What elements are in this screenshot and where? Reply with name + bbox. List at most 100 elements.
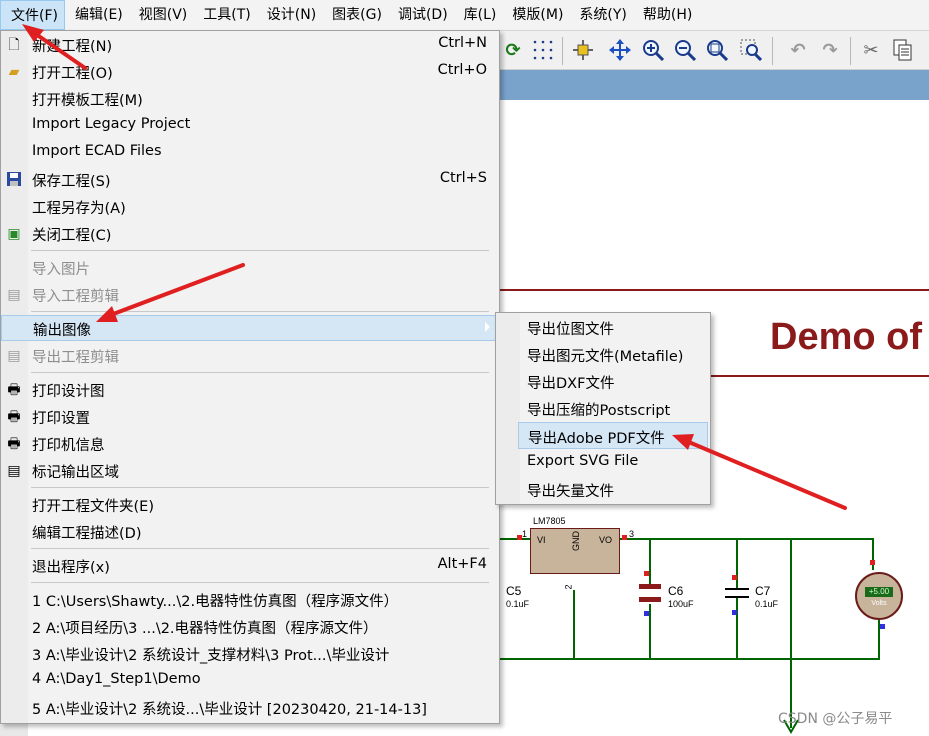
pin-marker xyxy=(644,571,649,576)
menu-item-recent-4[interactable]: 4 A:\Day1_Step1\Demo xyxy=(1,668,499,694)
menu-item-label: 新建工程(N) xyxy=(32,39,113,55)
tab-strip xyxy=(500,70,929,100)
pin-number: 1 xyxy=(522,529,528,539)
close-project-icon: ▣ xyxy=(7,226,21,242)
copy-icon[interactable] xyxy=(890,37,916,63)
print-icon: 🖶 xyxy=(7,382,21,398)
menu-view[interactable]: 视图(V) xyxy=(129,0,194,30)
wire xyxy=(649,604,651,660)
undo-icon[interactable]: ↶ xyxy=(785,37,811,63)
schematic-title: Demo of xyxy=(770,316,922,358)
menu-library[interactable]: 库(L) xyxy=(454,0,503,30)
c7-capacitor[interactable] xyxy=(725,588,749,590)
menu-separator xyxy=(31,548,489,549)
menu-item-label: Import ECAD Files xyxy=(32,143,162,159)
submenu-item-label: 导出DXF文件 xyxy=(527,376,615,392)
menu-item-import-image[interactable]: 导入图片 xyxy=(1,255,499,281)
menu-item-recent-1[interactable]: 1 C:\Users\Shawty...\2.电器特性仿真图（程序源文件） xyxy=(1,587,499,613)
menu-system[interactable]: 系统(Y) xyxy=(569,0,632,30)
submenu-item-export-svg[interactable]: Export SVG File xyxy=(496,449,710,476)
menu-item-open-template[interactable]: 打开模板工程(M) xyxy=(1,86,499,112)
menu-item-label: 打开工程(O) xyxy=(32,66,113,82)
menu-item-open-folder[interactable]: 打开工程文件夹(E) xyxy=(1,492,499,518)
voltmeter-display: +5.00 xyxy=(865,587,893,597)
menu-separator xyxy=(31,311,489,312)
menu-item-label: 打印设计图 xyxy=(32,384,105,400)
submenu-item-export-vector[interactable]: 导出矢量文件 xyxy=(496,476,710,503)
pan-icon[interactable] xyxy=(607,37,633,63)
open-folder-icon: ▰ xyxy=(8,64,20,80)
menu-item-printer-info[interactable]: 🖶 打印机信息 xyxy=(1,431,499,457)
menu-item-print-design[interactable]: 🖶 打印设计图 xyxy=(1,377,499,403)
zoom-area-icon[interactable] xyxy=(738,37,764,63)
refresh-icon[interactable]: ⟳ xyxy=(500,37,526,63)
menu-item-recent-2[interactable]: 2 A:\项目经历\3 ...\2.电器特性仿真图（程序源文件） xyxy=(1,614,499,640)
submenu-item-label: Export SVG File xyxy=(527,453,639,469)
menu-file[interactable]: 文件(F) xyxy=(0,0,65,30)
wire xyxy=(573,590,575,660)
submenu-item-export-metafile[interactable]: 导出图元文件(Metafile) xyxy=(496,341,710,368)
menu-item-label: 标记输出区域 xyxy=(32,465,119,481)
ic-pin-gnd: GND xyxy=(571,531,581,551)
pin-marker xyxy=(644,611,649,616)
menu-item-close-project[interactable]: ▣ 关闭工程(C) xyxy=(1,221,499,247)
watermark: CSDN @公子易平 xyxy=(778,711,893,727)
export-image-submenu: 导出位图文件 导出图元文件(Metafile) 导出DXF文件 导出压缩的Pos… xyxy=(495,312,711,505)
menu-template[interactable]: 模版(M) xyxy=(502,0,569,30)
menu-design[interactable]: 设计(N) xyxy=(257,0,322,30)
submenu-item-export-pdf[interactable]: 导出Adobe PDF文件 xyxy=(518,422,708,449)
menu-item-shortcut: Ctrl+O xyxy=(437,62,487,78)
toolbar-separator xyxy=(562,37,563,65)
submenu-item-label: 导出Adobe PDF文件 xyxy=(528,431,665,447)
menu-item-import-legacy[interactable]: Import Legacy Project xyxy=(1,113,499,139)
menu-item-label: 关闭工程(C) xyxy=(32,228,112,244)
menu-item-shortcut: Ctrl+N xyxy=(438,35,487,51)
zoom-in-icon[interactable] xyxy=(640,37,666,63)
pin-marker xyxy=(870,560,875,565)
menu-item-export-image[interactable]: 输出图像 xyxy=(1,315,499,341)
printer-info-icon: 🖶 xyxy=(7,436,21,452)
zoom-out-icon[interactable] xyxy=(672,37,698,63)
menu-item-save-project[interactable]: 保存工程(S) Ctrl+S xyxy=(1,167,499,193)
menu-item-mark-output-area[interactable]: ▤ 标记输出区域 xyxy=(1,458,499,484)
redo-icon[interactable]: ↷ xyxy=(817,37,843,63)
c6-capacitor[interactable] xyxy=(639,584,661,589)
zoom-all-icon[interactable] xyxy=(704,37,730,63)
menu-item-open-project[interactable]: ▰ 打开工程(O) Ctrl+O xyxy=(1,59,499,85)
c7-value: 0.1uF xyxy=(755,599,779,609)
menu-item-edit-description[interactable]: 编辑工程描述(D) xyxy=(1,519,499,545)
menu-item-new-project[interactable]: 🗋 新建工程(N) Ctrl+N xyxy=(1,32,499,58)
origin-icon[interactable] xyxy=(570,37,596,63)
voltmeter[interactable]: +5.00 Volts xyxy=(855,572,903,620)
menu-item-label: 2 A:\项目经历\3 ...\2.电器特性仿真图（程序源文件） xyxy=(32,621,378,637)
menu-item-recent-5[interactable]: 5 A:\毕业设计\2 系统设...\毕业设计 [20230420, 21-14… xyxy=(1,695,499,721)
menu-item-print-setup[interactable]: 🖶 打印设置 xyxy=(1,404,499,430)
menu-edit[interactable]: 编辑(E) xyxy=(65,0,129,30)
submenu-item-export-postscript[interactable]: 导出压缩的Postscript xyxy=(496,395,710,422)
menu-item-import-clip[interactable]: ▤ 导入工程剪辑 xyxy=(1,282,499,308)
mark-area-icon: ▤ xyxy=(7,463,21,479)
wire xyxy=(790,538,792,728)
menu-item-save-as[interactable]: 工程另存为(A) xyxy=(1,194,499,220)
cut-icon[interactable]: ✂ xyxy=(858,37,884,63)
menu-item-label: 打印设置 xyxy=(32,411,90,427)
menu-item-import-ecad[interactable]: Import ECAD Files xyxy=(1,140,499,166)
submenu-item-export-dxf[interactable]: 导出DXF文件 xyxy=(496,368,710,395)
menu-tools[interactable]: 工具(T) xyxy=(193,0,256,30)
wire xyxy=(736,598,738,660)
pin-marker xyxy=(880,624,885,629)
menu-help[interactable]: 帮助(H) xyxy=(633,0,698,30)
menu-item-label: 3 A:\毕业设计\2 系统设计_支撑材料\3 Prot...\毕业设计 xyxy=(32,648,390,664)
menu-item-recent-3[interactable]: 3 A:\毕业设计\2 系统设计_支撑材料\3 Prot...\毕业设计 xyxy=(1,641,499,667)
c6-label: C6 xyxy=(668,584,684,598)
wire xyxy=(736,538,738,588)
menu-debug[interactable]: 调试(D) xyxy=(388,0,454,30)
menu-item-export-clip[interactable]: ▤ 导出工程剪辑 xyxy=(1,343,499,369)
menu-item-shortcut: Ctrl+S xyxy=(439,170,487,186)
grid-icon[interactable] xyxy=(530,37,556,63)
wire xyxy=(618,538,872,540)
menu-item-exit[interactable]: 退出程序(x) Alt+F4 xyxy=(1,553,499,579)
lm7805-regulator[interactable]: VI VO GND xyxy=(530,528,620,574)
submenu-item-export-bitmap[interactable]: 导出位图文件 xyxy=(496,314,710,341)
menu-graph[interactable]: 图表(G) xyxy=(322,0,388,30)
